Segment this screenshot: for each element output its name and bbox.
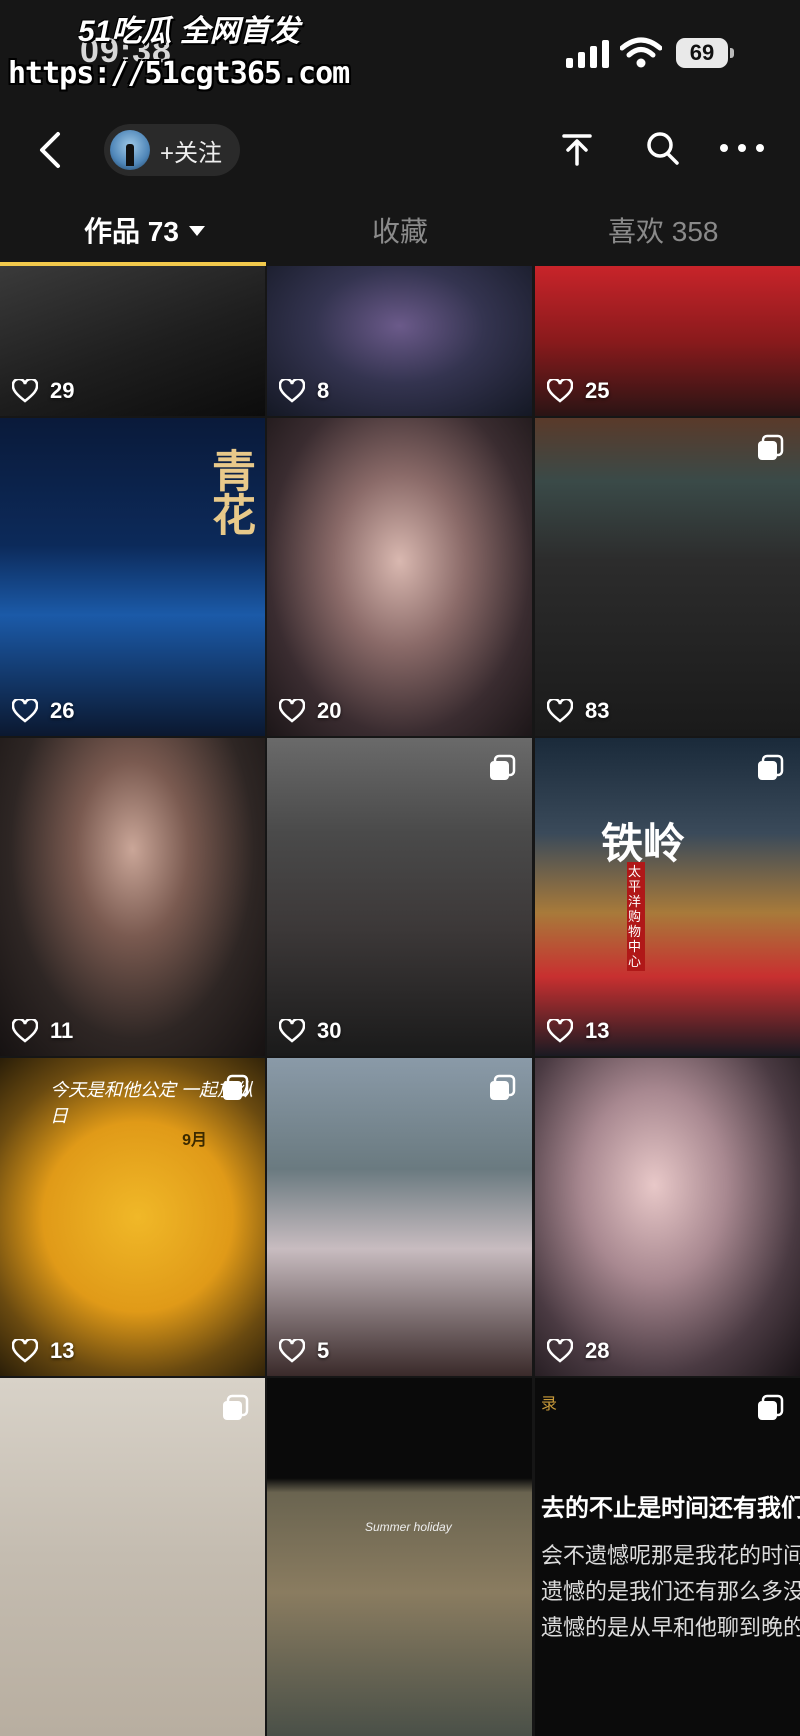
multi-image-icon xyxy=(758,754,784,780)
profile-tabs: 作品 73 收藏 喜欢 358 xyxy=(0,200,800,266)
caret-down-icon xyxy=(188,225,205,236)
tab-favorites[interactable]: 收藏 xyxy=(372,210,428,250)
multi-image-icon xyxy=(490,754,516,780)
grid-item[interactable]: 83 xyxy=(535,418,800,736)
text-cover-line: 去的不止是时间还有我们 xyxy=(541,1495,800,1522)
heart-icon xyxy=(279,1339,305,1363)
like-count: 29 xyxy=(12,378,74,404)
grid-item[interactable]: 29 xyxy=(0,266,265,416)
grid-item[interactable]: 8 xyxy=(267,266,532,416)
multi-image-icon xyxy=(223,1394,249,1420)
follow-button[interactable]: +关注 xyxy=(104,124,240,176)
heart-icon xyxy=(12,1339,38,1363)
grid-item[interactable]: 30 xyxy=(267,738,532,1056)
heart-icon xyxy=(547,1019,573,1043)
battery-indicator: 69 xyxy=(676,38,734,68)
heart-icon xyxy=(547,1339,573,1363)
calendar-caption: 今天是和他公定 一起放纵日 xyxy=(50,1080,253,1126)
grid-item[interactable]: Summer holiday xyxy=(267,1378,532,1736)
store-sign: 太平洋购物中心 xyxy=(627,862,645,971)
heart-icon xyxy=(279,379,305,403)
text-cover-line: 录 xyxy=(541,1396,558,1413)
like-count: 25 xyxy=(547,378,609,404)
grid-item[interactable]: 青花 26 xyxy=(0,418,265,736)
like-count: 11 xyxy=(12,1018,73,1044)
avatar xyxy=(110,130,150,170)
wifi-icon xyxy=(620,37,662,68)
tab-works-label: 作品 73 xyxy=(84,216,179,247)
grid-item[interactable]: 录 去的不止是时间还有我们 会不遗憾呢那是我花的时间真心去 遗憾的是我们还有那么… xyxy=(535,1378,800,1736)
grid-item[interactable]: 5 xyxy=(267,1058,532,1376)
cover-title: 青花 xyxy=(205,448,254,536)
more-options-icon[interactable] xyxy=(720,138,764,158)
heart-icon xyxy=(279,1019,305,1043)
text-cover-line: 遗憾的是从早和他聊到晚的人不是 xyxy=(541,1615,800,1640)
cover-caption: Summer holiday xyxy=(365,1520,452,1534)
multi-image-icon xyxy=(758,1394,784,1420)
follow-label: +关注 xyxy=(160,139,223,167)
nav-bar: +关注 xyxy=(0,110,800,190)
multi-image-icon xyxy=(758,434,784,460)
like-count: 13 xyxy=(12,1338,74,1364)
heart-icon xyxy=(279,699,305,723)
like-count: 30 xyxy=(279,1018,341,1044)
like-count: 26 xyxy=(12,698,74,724)
like-count: 13 xyxy=(547,1018,609,1044)
heart-icon xyxy=(12,699,38,723)
heart-icon xyxy=(547,699,573,723)
back-arrow-icon[interactable] xyxy=(36,130,66,170)
heart-icon xyxy=(547,379,573,403)
text-cover: 录 去的不止是时间还有我们 会不遗憾呢那是我花的时间真心去 遗憾的是我们还有那么… xyxy=(535,1378,800,1736)
tab-works[interactable]: 作品 73 xyxy=(84,210,205,250)
calendar-month: 9月 xyxy=(182,1132,207,1149)
cellular-signal-icon xyxy=(566,40,609,68)
grid-item[interactable]: 11 xyxy=(0,738,265,1056)
like-count: 28 xyxy=(547,1338,609,1364)
watermark-brand: 51吃瓜 全网首发 xyxy=(78,15,300,48)
like-count: 8 xyxy=(279,378,329,404)
search-icon[interactable] xyxy=(644,128,682,168)
heart-icon xyxy=(12,1019,38,1043)
share-icon[interactable] xyxy=(560,128,594,168)
grid-item[interactable]: 铁岭 太平洋购物中心 13 xyxy=(535,738,800,1056)
grid-item[interactable]: 今天是和他公定 一起放纵日 9月 13 xyxy=(0,1058,265,1376)
grid-item[interactable]: 28 xyxy=(535,1058,800,1376)
works-grid: 29 8 25 青花 26 20 83 11 30 铁岭 太平洋购物中心 13 … xyxy=(0,266,800,1736)
text-cover-line: 会不遗憾呢那是我花的时间真心去 xyxy=(541,1543,800,1568)
grid-item[interactable] xyxy=(0,1378,265,1736)
text-cover-line: 遗憾的是我们还有那么多没有完成 xyxy=(541,1579,800,1604)
watermark-url: https://51cgt365.com xyxy=(8,56,350,91)
like-count: 83 xyxy=(547,698,609,724)
grid-item[interactable]: 25 xyxy=(535,266,800,416)
like-count: 20 xyxy=(279,698,341,724)
multi-image-icon xyxy=(490,1074,516,1100)
grid-item[interactable]: 20 xyxy=(267,418,532,736)
heart-icon xyxy=(12,379,38,403)
like-count: 5 xyxy=(279,1338,329,1364)
tab-likes[interactable]: 喜欢 358 xyxy=(608,210,719,250)
